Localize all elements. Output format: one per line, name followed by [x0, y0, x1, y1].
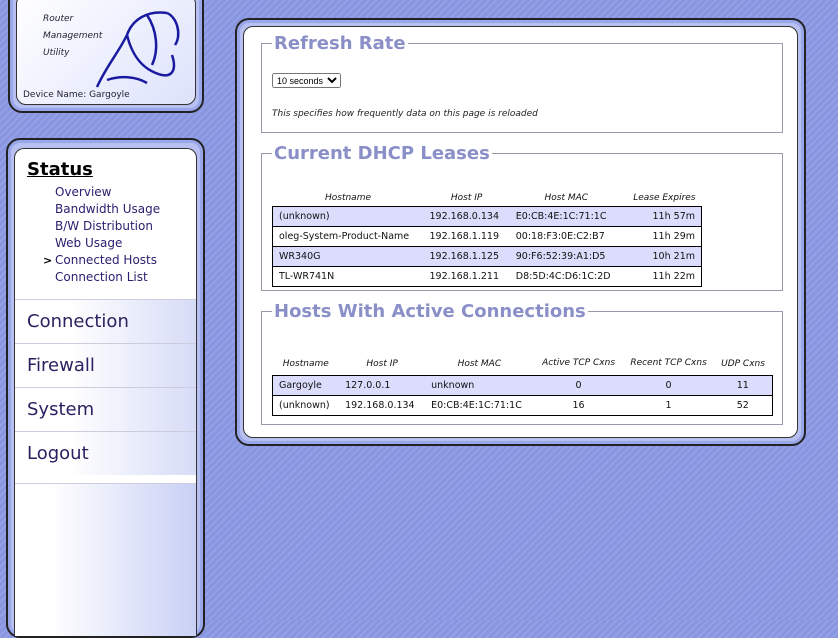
table-cell: 00:18:F3:0E:C2:B7: [509, 226, 623, 247]
table-cell: 11h 57m: [622, 206, 702, 227]
table-cell: 192.168.0.134: [423, 206, 510, 227]
col-header: Hostname: [282, 358, 329, 369]
col-header: Host IP: [366, 358, 398, 369]
table-cell: (unknown): [272, 395, 340, 416]
table-cell: 1: [623, 395, 714, 416]
table-row: (unknown) 192.168.0.134 E0:CB:4E:1C:71:1C 1…: [272, 206, 702, 227]
logo-panel: Router Management Utility Device Name: G…: [8, 0, 204, 113]
logo-text: Utility: [43, 48, 70, 58]
table-cell: 192.168.1.119: [423, 226, 510, 247]
col-header: Hostname: [324, 193, 371, 203]
table-cell: unknown: [425, 375, 534, 396]
nav-section-status[interactable]: Status: [27, 159, 93, 180]
table-cell: WR340G: [272, 246, 424, 267]
section-title: Current DHCP Leases: [274, 143, 490, 164]
nav-bw-distribution[interactable]: B/W Distribution: [55, 219, 153, 233]
gargoyle-logo-icon: [95, 11, 180, 88]
dhcp-table: Hostname Host IP Host MAC Lease Expires …: [272, 190, 702, 287]
nav-system[interactable]: System: [15, 387, 196, 431]
refresh-note: This specifies how frequently data on th…: [272, 109, 538, 119]
refresh-rate-select[interactable]: 10 seconds: [272, 73, 341, 88]
main-panel: Refresh Rate 10 seconds This specifies h…: [235, 18, 806, 446]
current-page-marker: >: [43, 254, 53, 267]
active-hosts-section: Hosts With Active Connections Hostname Ho…: [261, 301, 783, 425]
table-cell: 0: [533, 375, 624, 396]
table-cell: 16: [533, 395, 624, 416]
sidebar: Status Overview Bandwidth Usage B/W Dist…: [6, 138, 205, 638]
nav-firewall[interactable]: Firewall: [15, 343, 196, 387]
table-cell: E0:CB:4E:1C:71:1C: [509, 206, 623, 227]
table-cell: 0: [623, 375, 714, 396]
col-header: Host MAC: [457, 358, 502, 369]
table-cell: 90:F6:52:39:A1:D5: [509, 246, 623, 267]
refresh-rate-section: Refresh Rate 10 seconds This specifies h…: [261, 33, 783, 133]
table-row: WR340G 192.168.1.125 90:F6:52:39:A1:D5 10h …: [272, 246, 702, 267]
table-cell: 192.168.1.125: [423, 246, 510, 267]
table-cell: (unknown): [272, 206, 424, 227]
logo-text: Router: [43, 14, 74, 24]
table-cell: 192.168.1.211: [423, 266, 510, 287]
table-cell: 11h 29m: [622, 226, 702, 247]
col-header: Recent TCP Cxns: [630, 358, 707, 368]
nav-connection[interactable]: Connection: [15, 299, 196, 343]
nav-logout[interactable]: Logout: [15, 431, 196, 475]
col-header: Active TCP Cxns: [542, 358, 616, 368]
table-cell: 10h 21m: [622, 246, 702, 267]
table-cell: 11: [713, 375, 773, 396]
table-cell: 11h 22m: [622, 266, 702, 287]
table-row: Gargoyle 127.0.0.1 unknown 0 0 11: [272, 375, 773, 396]
table-row: (unknown) 192.168.0.134 E0:CB:4E:1C:71:1C 1…: [272, 395, 773, 416]
hosts-table: Hostname Host IP Host MAC Active TCP Cxns Re…: [272, 352, 773, 416]
table-cell: 52: [713, 395, 773, 416]
nav-bandwidth-usage[interactable]: Bandwidth Usage: [55, 202, 160, 216]
table-cell: D8:5D:4C:D6:1C:2D: [509, 266, 623, 287]
table-cell: Gargoyle: [272, 375, 340, 396]
nav-connection-list[interactable]: Connection List: [55, 270, 148, 284]
section-title: Hosts With Active Connections: [274, 301, 586, 322]
col-header: Host MAC: [544, 193, 589, 203]
table-cell: oleg-System-Product-Name: [272, 226, 424, 247]
nav-filler: [15, 483, 196, 636]
nav-overview[interactable]: Overview: [55, 185, 112, 199]
table-row: TL-WR741N 192.168.1.211 D8:5D:4C:D6:1C:2D 1…: [272, 266, 702, 287]
nav-connected-hosts[interactable]: Connected Hosts: [55, 253, 157, 267]
col-header: UDP Cxns: [721, 358, 765, 369]
table-cell: E0:CB:4E:1C:71:1C: [425, 395, 534, 416]
device-name: Device Name: Gargoyle: [23, 90, 130, 100]
section-title: Refresh Rate: [274, 33, 406, 54]
table-cell: TL-WR741N: [272, 266, 424, 287]
table-cell: 127.0.0.1: [339, 375, 426, 396]
nav-web-usage[interactable]: Web Usage: [55, 236, 122, 250]
dhcp-leases-section: Current DHCP Leases Hostname Host IP Hos…: [261, 143, 783, 291]
col-header: Lease Expires: [633, 193, 696, 203]
col-header: Host IP: [450, 193, 483, 203]
table-row: oleg-System-Product-Name 192.168.1.119 00:…: [272, 226, 702, 247]
table-cell: 192.168.0.134: [339, 395, 426, 416]
